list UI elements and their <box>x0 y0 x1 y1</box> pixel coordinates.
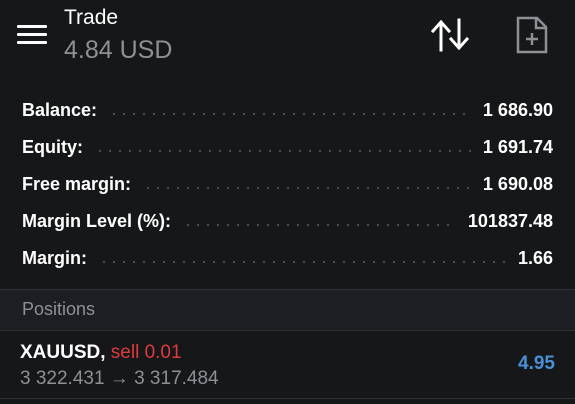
free-margin-value: 1 690.08 <box>482 174 553 194</box>
dotted-leader <box>183 223 456 226</box>
balance-label: Balance: <box>22 100 98 120</box>
margin-row: Margin: 1.66 <box>22 240 553 277</box>
position-profit: 4.95 <box>518 353 555 374</box>
position-symbol: XAUUSD, <box>20 342 106 363</box>
dotted-leader <box>99 260 506 263</box>
equity-label: Equity: <box>22 137 83 157</box>
dotted-leader <box>143 186 471 189</box>
margin-level-value: 101837.48 <box>467 211 553 231</box>
app-header: Trade 4.84 USD <box>0 0 575 82</box>
margin-label: Margin: <box>22 248 87 268</box>
header-profit: 4.84 USD <box>64 36 173 64</box>
position-row[interactable]: XAUUSD, sell 0.01 3 322.431 → 3 317.484 … <box>0 331 575 397</box>
positions-header: Positions <box>0 290 575 330</box>
balance-value: 1 686.90 <box>482 100 553 120</box>
sort-icon[interactable] <box>430 17 470 53</box>
new-document-icon[interactable] <box>515 16 549 54</box>
position-header: XAUUSD, sell 0.01 <box>20 342 182 364</box>
position-side: sell 0.01 <box>110 342 182 363</box>
free-margin-label: Free margin: <box>22 174 132 194</box>
margin-level-label: Margin Level (%): <box>22 211 172 231</box>
positions-title: Positions <box>22 299 96 319</box>
position-prices: 3 322.431 → 3 317.484 <box>20 368 219 389</box>
divider <box>0 398 575 399</box>
menu-icon[interactable] <box>17 25 47 45</box>
free-margin-row: Free margin: 1 690.08 <box>22 166 553 203</box>
margin-level-row: Margin Level (%): 101837.48 <box>22 203 553 240</box>
balance-row: Balance: 1 686.90 <box>22 92 553 129</box>
equity-row: Equity: 1 691.74 <box>22 129 553 166</box>
page-title: Trade <box>64 6 119 29</box>
dotted-leader <box>95 149 471 152</box>
equity-value: 1 691.74 <box>482 137 553 157</box>
margin-value: 1.66 <box>517 248 553 268</box>
dotted-leader <box>109 112 471 115</box>
